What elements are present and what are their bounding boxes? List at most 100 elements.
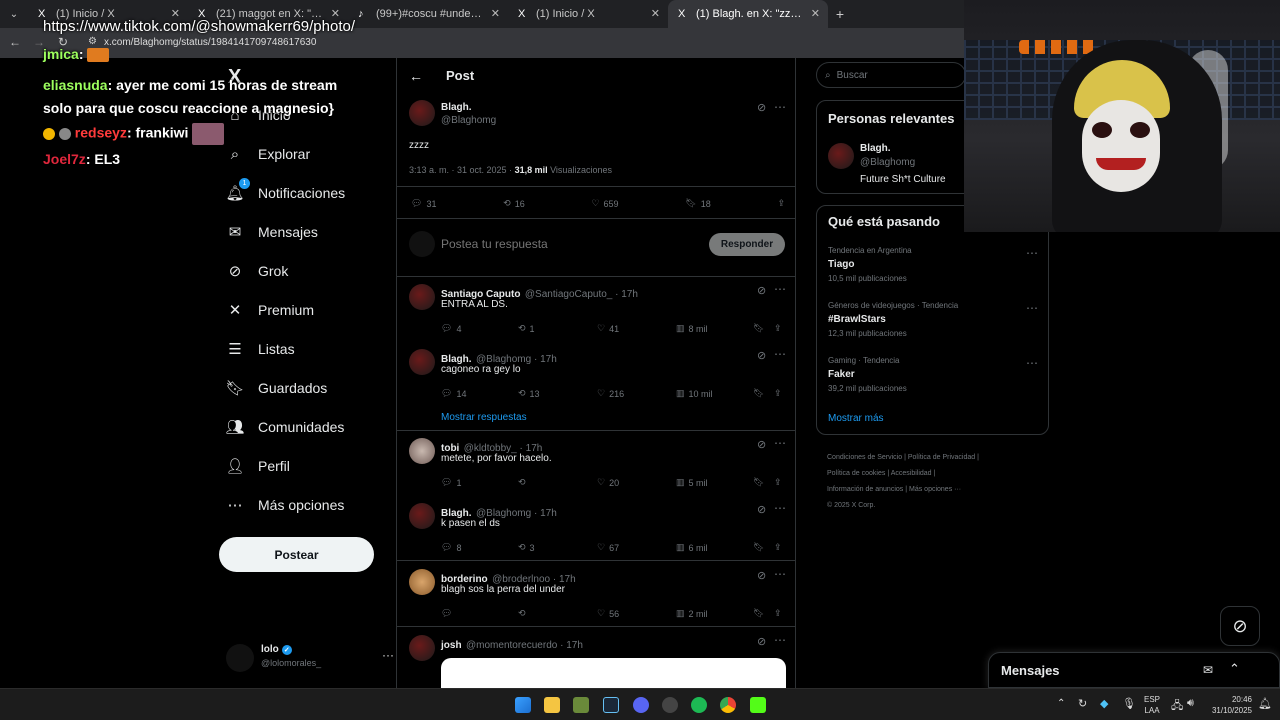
relevant-name[interactable]: Blagh. (860, 143, 891, 154)
share-button[interactable]: ⇪ (777, 198, 785, 209)
reply-item[interactable]: borderino @broderlnoo · 17h ⊘ ⋯ blagh sos l… (397, 567, 795, 627)
browser-tab-active[interactable]: X(1) Blagh. en X: "zzzz" / X✕ (668, 0, 828, 28)
kick-icon[interactable] (750, 697, 766, 713)
avatar[interactable] (409, 438, 435, 464)
reply-button[interactable]: 💬︎ (441, 608, 456, 619)
avatar[interactable] (409, 503, 435, 529)
avatar[interactable] (409, 100, 435, 126)
clock[interactable]: 20:46 31/10/2025 (1208, 694, 1252, 716)
reply-button[interactable]: 💬︎ 4 (441, 323, 461, 334)
more-icon[interactable]: ⋯ (1026, 246, 1038, 260)
grok-icon[interactable]: ⊘ (757, 349, 766, 362)
sidebar-item-premium[interactable]: ✕ Premium (226, 301, 314, 319)
sidebar-item-mensajes[interactable]: ✉ Mensajes (226, 223, 318, 241)
more-icon[interactable]: ⋯ (1026, 356, 1038, 370)
more-icon[interactable]: ··· (382, 648, 394, 662)
repost-button[interactable]: ⟲ 13 (518, 388, 540, 399)
sidebar-item-notificaciones[interactable]: 🔔︎ 1 Notificaciones (225, 178, 345, 202)
bookmark-button[interactable]: 🔖︎ (753, 477, 764, 488)
like-button[interactable]: ♡ 67 (597, 542, 619, 553)
grok-icon[interactable]: ⊘ (757, 503, 766, 516)
new-message-icon[interactable]: ✉ (1203, 663, 1213, 677)
volume-icon[interactable]: 🔊︎ (1187, 697, 1194, 710)
more-icon[interactable]: ⋯ (774, 633, 786, 647)
bookmark-button[interactable]: 🔖︎ (753, 323, 764, 334)
microphone-icon[interactable]: 🎙︎ (1122, 697, 1136, 710)
more-icon[interactable]: ⋯ (1026, 301, 1038, 315)
more-icon[interactable]: ⋯ (774, 347, 786, 361)
bookmark-button[interactable]: 🔖︎ (753, 608, 764, 619)
back-arrow-icon[interactable]: ← (409, 68, 423, 84)
avatar[interactable] (409, 635, 435, 661)
trend-item[interactable]: Tendencia en Argentina Tiago 10,5 mil pu… (828, 246, 1038, 283)
discord-icon[interactable] (633, 697, 649, 713)
views-button[interactable]: ▥ 10 mil (676, 388, 713, 399)
avatar[interactable] (409, 284, 435, 310)
more-icon[interactable]: ⋯ (774, 100, 786, 114)
bookmark-button[interactable]: 🔖︎ (753, 542, 764, 553)
reply-item[interactable]: Santiago Caputo @SantiagoCaputo_ · 17h ⊘ ⋯… (397, 282, 795, 342)
repost-button[interactable]: ⟲ 16 (503, 198, 525, 209)
notification-icon[interactable]: 🔔︎ (1258, 697, 1272, 710)
browser-tab[interactable]: X (1) Inicio / X ✕ (508, 0, 668, 28)
like-button[interactable]: ♡ 56 (597, 608, 619, 619)
steam-icon[interactable] (603, 697, 619, 713)
trend-item[interactable]: Géneros de videojuegos · Tendencia #Braw… (828, 301, 1038, 338)
close-tab-icon[interactable]: ✕ (651, 7, 660, 20)
grok-floating-button[interactable]: ⊘ (1220, 606, 1260, 646)
search-box[interactable]: ⌕ Buscar (816, 62, 966, 88)
windows-start-icon[interactable] (515, 697, 531, 713)
sidebar-item-perfil[interactable]: 👤︎ Perfil (225, 457, 289, 475)
grok-icon[interactable]: ⊘ (757, 635, 766, 648)
account-switcher[interactable]: lolo ✓ @lolomorales_ ··· (226, 642, 394, 674)
like-button[interactable]: ♡ 659 (591, 198, 618, 209)
like-button[interactable]: ♡ 41 (597, 323, 619, 334)
new-tab-button[interactable]: + (828, 6, 852, 22)
reply-button[interactable]: 💬︎ 8 (441, 542, 461, 553)
views-button[interactable]: ▥ 5 mil (676, 477, 708, 488)
reply-button[interactable]: Responder (709, 233, 785, 256)
bookmark-button[interactable]: 🔖︎ 18 (685, 198, 710, 209)
reply-button[interactable]: 💬︎ 31 (411, 198, 436, 209)
repost-button[interactable]: ⟲ (518, 608, 530, 619)
close-tab-icon[interactable]: ✕ (491, 7, 500, 20)
share-button[interactable]: ⇪ (774, 388, 782, 399)
spotify-icon[interactable] (691, 697, 707, 713)
share-button[interactable]: ⇪ (774, 477, 782, 488)
like-button[interactable]: ♡ 216 (597, 388, 624, 399)
trend-item[interactable]: Gaming · Tendencia Faker 39,2 mil public… (828, 356, 1038, 393)
repost-button[interactable]: ⟲ 3 (518, 542, 535, 553)
author-handle[interactable]: @Blaghomg (441, 115, 496, 126)
reply-item[interactable]: tobi @kldtobby_ · 17h ⊘ ⋯ metete, por favor… (397, 436, 795, 496)
reply-handle[interactable]: @momentorecuerdo · 17h (466, 640, 583, 651)
reply-author[interactable]: josh (441, 640, 462, 651)
reply-item[interactable]: Blagh. @Blaghomg · 17h ⊘ ⋯ cagoneo ra gey l… (397, 347, 795, 407)
more-icon[interactable]: ⋯ (774, 436, 786, 450)
share-button[interactable]: ⇪ (774, 608, 782, 619)
share-button[interactable]: ⇪ (774, 323, 782, 334)
share-button[interactable]: ⇪ (774, 542, 782, 553)
views-button[interactable]: ▥ 8 mil (676, 323, 708, 334)
tray-icon[interactable]: ↻ (1078, 697, 1087, 710)
more-icon[interactable]: ⋯ (774, 567, 786, 581)
tray-icon[interactable]: ◆ (1100, 697, 1108, 710)
more-icon[interactable]: ⋯ (774, 501, 786, 515)
app-icon[interactable] (573, 697, 589, 713)
views-button[interactable]: ▥ 2 mil (676, 608, 708, 619)
grok-icon[interactable]: ⊘ (757, 101, 766, 114)
sidebar-item-guardados[interactable]: 🔖︎ Guardados (225, 379, 327, 397)
grok-icon[interactable]: ⊘ (757, 438, 766, 451)
repost-button[interactable]: ⟲ (518, 477, 530, 488)
show-more-link[interactable]: Mostrar más (828, 413, 884, 424)
media-preview[interactable] (441, 658, 786, 688)
bookmark-button[interactable]: 🔖︎ (753, 388, 764, 399)
reply-item[interactable]: Blagh. @Blaghomg · 17h ⊘ ⋯ k pasen el ds 💬︎ 8… (397, 501, 795, 561)
reply-input[interactable] (441, 234, 691, 254)
avatar[interactable] (409, 569, 435, 595)
grok-icon[interactable]: ⊘ (757, 284, 766, 297)
reply-button[interactable]: 💬︎ 14 (441, 388, 466, 399)
author-name[interactable]: Blagh. (441, 102, 472, 113)
close-tab-icon[interactable]: ✕ (811, 7, 820, 20)
relevant-handle[interactable]: @Blaghomg (860, 157, 915, 168)
chrome-icon[interactable] (720, 697, 736, 713)
